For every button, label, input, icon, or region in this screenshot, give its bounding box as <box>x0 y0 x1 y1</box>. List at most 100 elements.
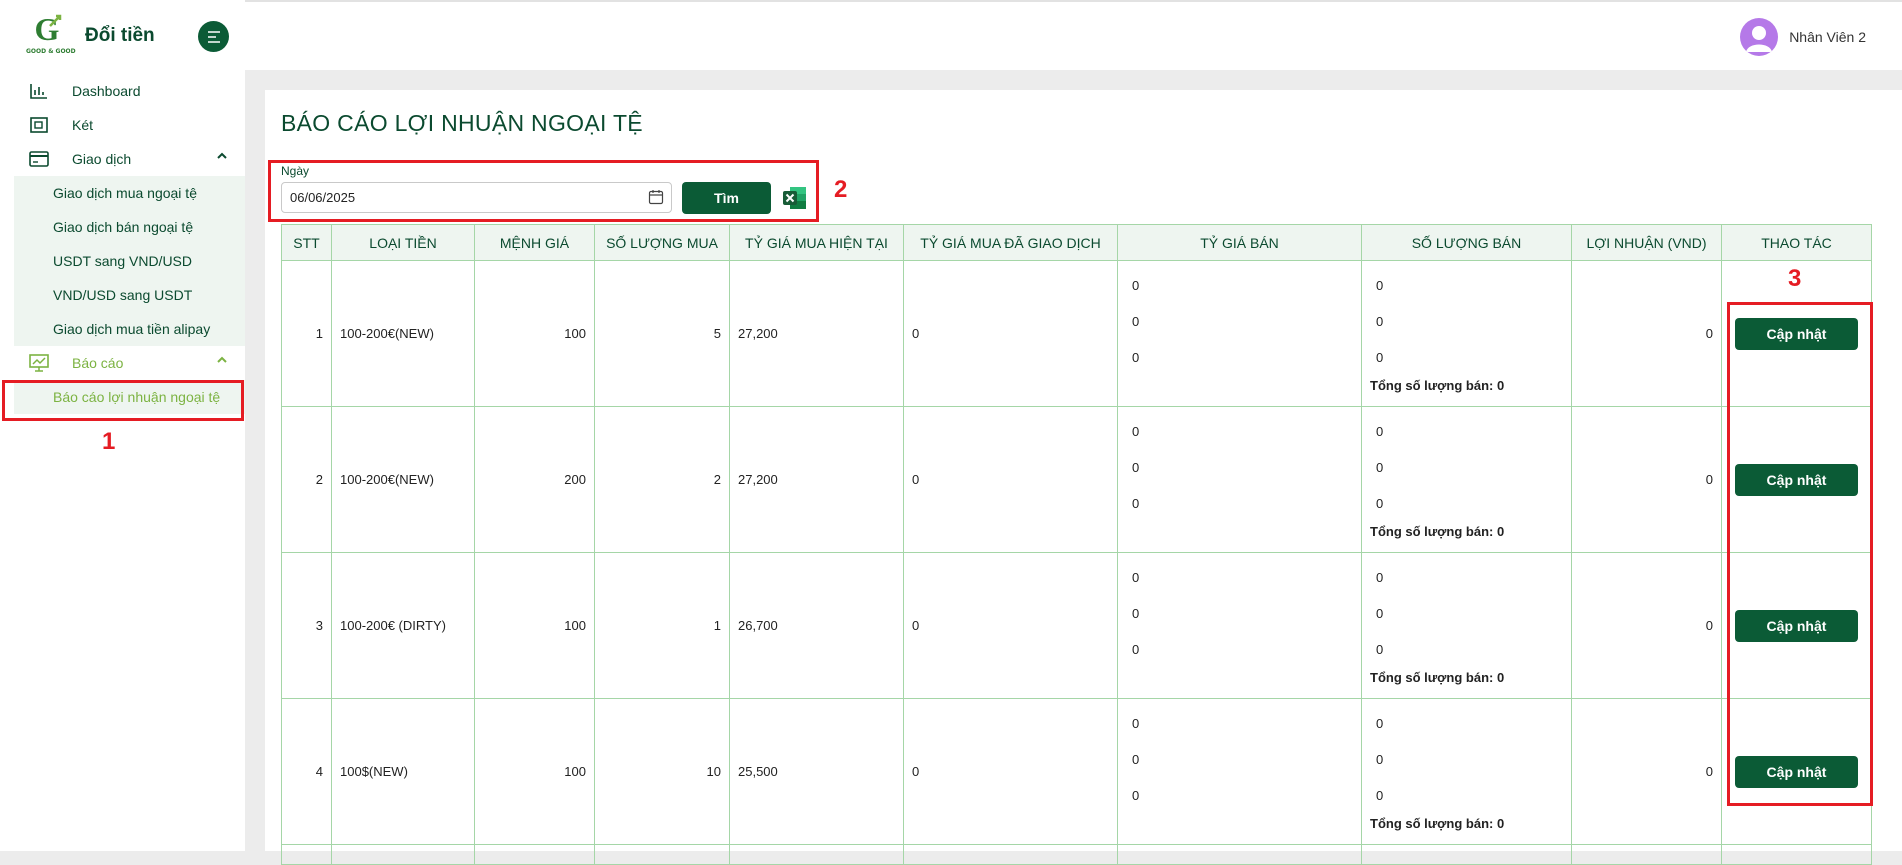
sidebar-subitem-vnd-sang-usdt[interactable]: VND/USD sang USDT <box>14 278 245 312</box>
column-header: SỐ LƯỢNG MUA <box>594 224 730 261</box>
total-sold-label: Tổng số lượng bán: 0 <box>1370 670 1505 685</box>
column-header: LỢI NHUẬN (VND) <box>1571 224 1722 261</box>
sell-qty-value: 0 <box>1376 278 1384 293</box>
total-sold-label: Tổng số lượng bán: 0 <box>1370 524 1505 539</box>
sell-rate-value: 0 <box>1132 496 1140 511</box>
denomination-cell: 100 <box>474 260 595 407</box>
sell-rate-value: 0 <box>1132 788 1140 803</box>
profit-cell: 0 <box>1571 552 1722 699</box>
rate-traded-cell: 0 <box>903 552 1118 699</box>
column-header: TỶ GIÁ MUA HIỆN TẠI <box>729 224 904 261</box>
sidebar-subitem-usdt-sang-vnd[interactable]: USDT sang VND/USD <box>14 244 245 278</box>
sidebar-nav: Dashboard Két Giao dịch Giao dịch mua ng… <box>14 74 245 414</box>
column-header: THAO TÁC <box>1721 224 1872 261</box>
sidebar-item-giao-dich[interactable]: Giao dịch <box>14 142 245 176</box>
column-header: MỆNH GIÁ <box>474 224 595 261</box>
sell-rate-cell: 0 0 0 <box>1117 698 1362 845</box>
user-name: Nhân Viên 2 <box>1789 29 1866 45</box>
rate-now-cell: 26,700 <box>729 552 904 699</box>
bar-chart-icon <box>28 82 50 100</box>
sell-qty-cell: 0 0 0 Tổng số lượng bán: 0 <box>1361 552 1572 699</box>
avatar <box>1740 18 1779 56</box>
sell-qty-value: 0 <box>1376 570 1384 585</box>
table-row: 3 100-200€ (DIRTY) 100 1 26,700 0 0 0 0 … <box>281 552 1872 699</box>
rate-now-cell: 27,200 <box>729 406 904 553</box>
qty-cell: 2 <box>594 406 730 553</box>
annotation-box-3 <box>1727 302 1873 806</box>
table-row <box>281 844 1872 865</box>
menu-icon <box>207 30 220 43</box>
sidebar: G GOOD & GOOD Đổi tiền Dashboard Két Gia… <box>0 0 245 851</box>
sell-qty-value: 0 <box>1376 716 1384 731</box>
column-header: TỶ GIÁ BÁN <box>1117 224 1362 261</box>
menu-toggle-button[interactable] <box>198 21 229 52</box>
brand: G GOOD & GOOD Đổi tiền <box>26 10 231 65</box>
sidebar-item-bao-cao[interactable]: Báo cáo <box>14 346 245 380</box>
sidebar-item-ket[interactable]: Két <box>14 108 245 142</box>
denomination-cell: 100 <box>474 552 595 699</box>
qty-cell: 10 <box>594 698 730 845</box>
safe-icon <box>28 116 50 134</box>
sell-rate-cell: 0 0 0 <box>1117 552 1362 699</box>
annotation-number-1: 1 <box>102 428 116 455</box>
sell-rate-value: 0 <box>1132 278 1140 293</box>
stt-cell: 1 <box>281 260 332 407</box>
total-sold-label: Tổng số lượng bán: 0 <box>1370 378 1505 393</box>
sidebar-item-label: Dashboard <box>72 83 141 99</box>
presentation-chart-icon <box>28 354 50 372</box>
annotation-number-2: 2 <box>834 176 848 203</box>
annotation-number-3: 3 <box>1788 265 1802 292</box>
card-icon <box>28 150 50 168</box>
rate-traded-cell: 0 <box>903 260 1118 407</box>
sidebar-item-dashboard[interactable]: Dashboard <box>14 74 245 108</box>
profit-cell: 0 <box>1571 406 1722 553</box>
sell-qty-cell: 0 0 0 Tổng số lượng bán: 0 <box>1361 406 1572 553</box>
brand-title: Đổi tiền <box>85 25 155 46</box>
column-header: SỐ LƯỢNG BÁN <box>1361 224 1572 261</box>
sidebar-subitem-ban-ngoai-te[interactable]: Giao dịch bán ngoại tệ <box>14 210 245 244</box>
rate-traded-cell: 0 <box>903 698 1118 845</box>
user-menu[interactable]: Nhân Viên 2 <box>1740 18 1866 56</box>
currency-cell: 100-200€(NEW) <box>331 260 475 407</box>
currency-cell: 100$(NEW) <box>331 698 475 845</box>
currency-cell: 100-200€ (DIRTY) <box>331 552 475 699</box>
column-header: STT <box>281 224 332 261</box>
sell-qty-value: 0 <box>1376 496 1384 511</box>
profit-cell: 0 <box>1571 260 1722 407</box>
sell-qty-value: 0 <box>1376 424 1384 439</box>
stt-cell: 2 <box>281 406 332 553</box>
table-row: 1 100-200€(NEW) 100 5 27,200 0 0 0 0 0 0… <box>281 260 1872 407</box>
denomination-cell: 200 <box>474 406 595 553</box>
annotation-box-1 <box>2 380 244 421</box>
qty-cell: 5 <box>594 260 730 407</box>
profit-report-table: STT LOẠI TIỀN MỆNH GIÁ SỐ LƯỢNG MUA TỶ G… <box>281 224 1872 865</box>
column-header: LOẠI TIỀN <box>331 224 475 261</box>
sell-rate-value: 0 <box>1132 752 1140 767</box>
sidebar-item-label: Báo cáo <box>72 355 124 371</box>
stt-cell: 4 <box>281 698 332 845</box>
page-title: BÁO CÁO LỢI NHUẬN NGOẠI TỆ <box>281 110 643 136</box>
user-icon <box>1746 26 1773 52</box>
column-header: TỶ GIÁ MUA ĐÃ GIAO DỊCH <box>903 224 1118 261</box>
profit-cell: 0 <box>1571 698 1722 845</box>
sidebar-item-label: Két <box>72 117 94 133</box>
sell-rate-cell: 0 0 0 <box>1117 260 1362 407</box>
sidebar-subitem-mua-ngoai-te[interactable]: Giao dịch mua ngoại tệ <box>14 176 245 210</box>
sell-rate-value: 0 <box>1132 314 1140 329</box>
sell-rate-value: 0 <box>1132 460 1140 475</box>
sell-qty-value: 0 <box>1376 788 1384 803</box>
sell-rate-value: 0 <box>1132 716 1140 731</box>
sell-rate-value: 0 <box>1132 570 1140 585</box>
sell-qty-value: 0 <box>1376 752 1384 767</box>
annotation-box-2 <box>268 160 819 222</box>
top-header: Nhân Viên 2 <box>245 0 1902 70</box>
qty-cell: 1 <box>594 552 730 699</box>
rate-now-cell: 25,500 <box>729 698 904 845</box>
sidebar-item-label: Giao dịch <box>72 151 132 167</box>
stt-cell: 3 <box>281 552 332 699</box>
table-row: 2 100-200€(NEW) 200 2 27,200 0 0 0 0 0 0… <box>281 406 1872 553</box>
rate-traded-cell: 0 <box>903 406 1118 553</box>
brand-logo-text: GOOD & GOOD <box>26 48 76 55</box>
sidebar-subitem-alipay[interactable]: Giao dịch mua tiền alipay <box>14 312 245 346</box>
sell-qty-value: 0 <box>1376 460 1384 475</box>
